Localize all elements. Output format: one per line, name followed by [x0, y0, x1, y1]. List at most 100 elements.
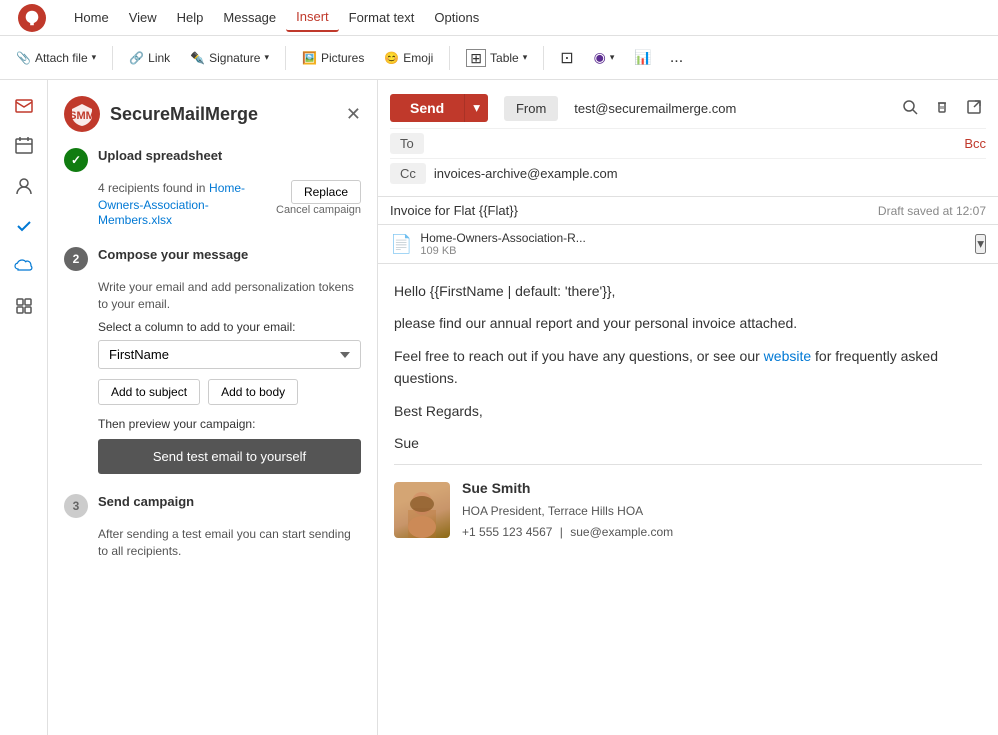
bcc-link[interactable]: Bcc — [964, 136, 986, 151]
step-1-desc: 4 recipients found in — [98, 181, 205, 195]
pictures-icon: 🖼️ — [302, 51, 317, 65]
email-body[interactable]: Hello {{FirstName | default: 'there'}}, … — [378, 264, 998, 735]
toolbar-divider-4 — [543, 46, 544, 70]
table-button[interactable]: ⊞ Table ▾ — [458, 45, 535, 71]
step-1-num: ✓ — [64, 148, 88, 172]
chart-icon: 📊 — [634, 49, 651, 66]
attachment-file-icon: 📄 — [390, 234, 412, 255]
signature-name: Sue Smith — [462, 477, 673, 499]
sidebar-calendar-icon[interactable] — [6, 128, 42, 164]
apps-button[interactable]: ⊡ — [552, 44, 581, 72]
step-3-title: Send campaign — [98, 494, 194, 509]
link-icon: 🔗 — [129, 51, 144, 65]
step-3-num: 3 — [64, 494, 88, 518]
svg-text:SMM: SMM — [69, 110, 95, 122]
viva-button[interactable]: ◉ ▾ — [586, 45, 623, 70]
column-select[interactable]: FirstName LastName Email Flat — [98, 340, 361, 369]
menu-home[interactable]: Home — [64, 4, 119, 31]
toolbar-divider-1 — [112, 46, 113, 70]
signature-dropdown-icon: ▾ — [264, 52, 269, 63]
attachment-info: Home-Owners-Association-R... 109 KB — [420, 231, 585, 257]
replace-button[interactable]: Replace — [291, 180, 361, 204]
email-closing: Best Regards, — [394, 400, 982, 422]
step-3: 3 Send campaign After sending a test ema… — [64, 494, 361, 560]
emoji-button[interactable]: 😊 Emoji — [376, 47, 441, 69]
add-to-body-button[interactable]: Add to body — [208, 379, 298, 405]
email-line2: Feel free to reach out if you have any q… — [394, 345, 982, 390]
send-dropdown-button[interactable]: ▾ — [464, 94, 488, 122]
chart-button[interactable]: 📊 — [626, 45, 659, 70]
step-2-title: Compose your message — [98, 247, 248, 262]
website-link[interactable]: website — [764, 348, 811, 364]
viva-icon: ◉ — [594, 49, 606, 66]
secure-mail-merge-logo: SMM — [64, 96, 100, 132]
cc-label: Cc — [390, 163, 426, 184]
from-email: test@securemailmerge.com — [574, 101, 890, 116]
menu-options[interactable]: Options — [424, 4, 489, 31]
app-logo — [8, 4, 56, 32]
emoji-icon: 😊 — [384, 51, 399, 65]
header-icons — [898, 95, 986, 122]
table-icon: ⊞ — [466, 49, 486, 67]
menu-message[interactable]: Message — [213, 4, 286, 31]
apps-icon: ⊡ — [560, 48, 573, 68]
email-line1: please find our annual report and your p… — [394, 312, 982, 334]
attach-file-button[interactable]: 📎 Attach file ▾ — [8, 47, 104, 69]
draft-saved: Draft saved at 12:07 — [878, 204, 986, 218]
popout-button[interactable] — [962, 95, 986, 122]
step-3-desc: After sending a test email you can start… — [98, 526, 361, 560]
sidebar-apps-icon[interactable] — [6, 288, 42, 324]
send-button-group: Send ▾ — [390, 94, 488, 122]
email-sender-name: Sue — [394, 432, 982, 454]
step-1-title: Upload spreadsheet — [98, 148, 222, 163]
signature-title: HOA President, Terrace Hills HOA — [462, 502, 673, 521]
add-to-subject-button[interactable]: Add to subject — [98, 379, 200, 405]
table-dropdown-icon: ▾ — [523, 52, 528, 63]
menu-help[interactable]: Help — [167, 4, 214, 31]
to-label: To — [390, 133, 424, 154]
cc-value: invoices-archive@example.com — [434, 166, 618, 181]
link-button[interactable]: 🔗 Link — [121, 47, 178, 69]
sidebar-tasks-icon[interactable] — [6, 208, 42, 244]
plugin-panel: SMM SecureMailMerge ✕ ✓ Upload spreadshe… — [48, 80, 378, 735]
from-label: From — [504, 96, 558, 121]
viva-dropdown-icon: ▾ — [610, 52, 615, 63]
paperclip-icon: 📎 — [16, 51, 31, 65]
send-button[interactable]: Send — [390, 94, 464, 122]
sidebar-mail-icon[interactable] — [6, 88, 42, 124]
column-select-label: Select a column to add to your email: — [98, 320, 361, 334]
send-test-email-button[interactable]: Send test email to yourself — [98, 439, 361, 474]
attach-dropdown-icon: ▾ — [92, 52, 97, 63]
left-sidebar — [0, 80, 48, 735]
attachment-area: 📄 Home-Owners-Association-R... 109 KB ▾ — [378, 225, 998, 264]
step-2: 2 Compose your message Write your email … — [64, 247, 361, 475]
attachment-name: Home-Owners-Association-R... — [420, 231, 585, 245]
more-button[interactable]: ... — [664, 45, 689, 71]
attachment-expand-button[interactable]: ▾ — [975, 234, 986, 254]
sidebar-onedrive-icon[interactable] — [6, 248, 42, 284]
close-panel-button[interactable]: ✕ — [346, 104, 361, 125]
cancel-campaign-link[interactable]: Cancel campaign — [276, 204, 361, 216]
pictures-button[interactable]: 🖼️ Pictures — [294, 47, 372, 69]
zoom-button[interactable] — [898, 95, 922, 122]
preview-label: Then preview your campaign: — [98, 417, 361, 431]
sidebar-people-icon[interactable] — [6, 168, 42, 204]
subject-row: Invoice for Flat {{Flat}} Draft saved at… — [378, 197, 998, 225]
menu-view[interactable]: View — [119, 4, 167, 31]
toolbar-divider-3 — [449, 46, 450, 70]
menu-insert[interactable]: Insert — [286, 3, 339, 32]
discard-button[interactable] — [930, 95, 954, 122]
signature-contact: +1 555 123 4567 | sue@example.com — [462, 523, 673, 542]
signature-button[interactable]: ✒️ Signature ▾ — [182, 47, 277, 69]
step-1: ✓ Upload spreadsheet 4 recipients found … — [64, 148, 361, 227]
signature-icon: ✒️ — [190, 51, 205, 65]
email-header: Send ▾ From test@securemailmerge.com — [378, 80, 998, 197]
menu-format-text[interactable]: Format text — [339, 4, 425, 31]
email-line2-pre: Feel free to reach out if you have any q… — [394, 348, 764, 364]
subject-text[interactable]: Invoice for Flat {{Flat}} — [390, 203, 518, 218]
toolbar-divider-2 — [285, 46, 286, 70]
panel-title: SecureMailMerge — [110, 104, 258, 125]
step-2-num: 2 — [64, 247, 88, 271]
email-signature: Sue Smith HOA President, Terrace Hills H… — [394, 464, 982, 542]
email-greeting: Hello {{FirstName | default: 'there'}}, — [394, 280, 982, 302]
